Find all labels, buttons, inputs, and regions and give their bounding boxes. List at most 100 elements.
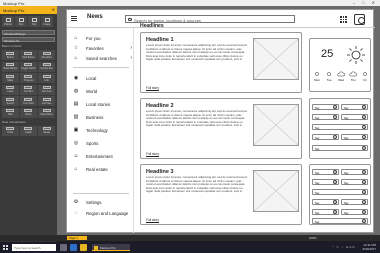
full-story-link[interactable]: Full story: [146, 86, 159, 90]
nav-item-favorites[interactable]: ☆ Favorites ›: [73, 44, 133, 53]
stencil-item[interactable]: Text Box: [20, 84, 37, 95]
tag-chip[interactable]: Tag ×: [341, 179, 368, 185]
smile-icon: ☺: [73, 153, 79, 159]
nav-item-local-stories[interactable]: ▤ Local stories: [73, 100, 133, 109]
tool-pointer[interactable]: Pointer: [2, 16, 14, 27]
tool-image[interactable]: Image: [41, 16, 53, 27]
close-icon: ×: [362, 146, 366, 151]
close-icon[interactable]: ✕: [52, 7, 55, 12]
stencil-item[interactable]: Label: [2, 84, 19, 95]
tag-chip[interactable]: Tag ×: [341, 209, 368, 215]
stencil-item[interactable]: Graph: [20, 125, 37, 136]
sun-icon: [327, 72, 331, 76]
stencil-item[interactable]: Radio Button: [2, 61, 19, 72]
tag-chip[interactable]: Tag ×: [312, 145, 368, 151]
nav-item-settings[interactable]: ⚙ Settings: [73, 198, 133, 207]
grid-view-icon[interactable]: [340, 16, 347, 23]
windows-start-icon[interactable]: [3, 245, 8, 250]
nav-item-local[interactable]: ◉ Local: [73, 74, 133, 83]
stencil-item[interactable]: Progress: [20, 73, 37, 83]
full-story-link[interactable]: Full story: [146, 152, 159, 156]
chip-icon: ▣: [73, 127, 79, 133]
window-controls[interactable]: – □ ✕: [353, 0, 378, 5]
stencil-item[interactable]: Text Area: [38, 84, 55, 95]
page-tab[interactable]: Page 1: [67, 236, 87, 240]
app-header: News Search for topics, locations & sour…: [67, 10, 375, 28]
file-explorer-icon[interactable]: [80, 244, 87, 251]
nav-item-world[interactable]: ◍ World: [73, 87, 133, 96]
stencil-item[interactable]: Tree View: [20, 96, 37, 106]
nav-item-real-estate[interactable]: ⌂ Real estate: [73, 165, 133, 174]
nav-item-for-you[interactable]: ⌂ For you: [73, 34, 133, 43]
stencil-item[interactable]: Date Picker: [38, 107, 55, 118]
tag-chip[interactable]: Tag ×: [312, 169, 339, 175]
news-card[interactable]: Headline 1 Lorem ipsum dolor sit amet, c…: [140, 32, 302, 93]
tag-chip[interactable]: Tag ×: [312, 104, 339, 110]
stencil-item[interactable]: Split Button: [20, 50, 37, 60]
tool-text[interactable]: Text: [28, 16, 40, 27]
taskbar-search[interactable]: Type here to search: [12, 244, 56, 251]
tag-chip[interactable]: Tag ×: [312, 114, 339, 120]
nav-item-sports[interactable]: ◎ Sports: [73, 139, 133, 148]
clock[interactable]: 12:11 PM 6/30/2017: [363, 243, 376, 251]
news-app-mockup: News Search for topics, locations & sour…: [66, 9, 375, 233]
stencil-item[interactable]: Search: [2, 96, 19, 106]
ball-icon: ◎: [73, 140, 79, 146]
home-icon: ⌂: [74, 35, 78, 41]
card-body: Lorem ipsum dolor sit amet, consectetur …: [146, 175, 248, 194]
tag-chip[interactable]: Tag ×: [341, 114, 368, 120]
avatar[interactable]: [354, 14, 365, 25]
tag-chip[interactable]: Tag ×: [312, 189, 368, 195]
stencil-item[interactable]: Checkbox: [38, 50, 55, 60]
sun-icon: [347, 46, 365, 64]
chevron-right-icon: ›: [130, 45, 132, 51]
task-view-icon[interactable]: [60, 244, 67, 251]
stencil-item[interactable]: Menu: [20, 107, 37, 118]
stencil-item[interactable]: Tabs: [2, 107, 19, 118]
tool-row: Pointer Pan Text Image: [0, 14, 57, 29]
image-placeholder: [253, 170, 299, 212]
stencil-selector-row: Windows 10: [0, 36, 57, 43]
chevron-right-icon: ›: [130, 55, 132, 61]
weather-widget[interactable]: 25 Mon Tue Wed Thu Fri: [309, 38, 371, 92]
hamburger-menu-icon[interactable]: [71, 16, 77, 21]
tag-chip[interactable]: Tag ×: [312, 199, 339, 205]
nav-item-entertainment[interactable]: ☺ Entertainment: [73, 152, 133, 161]
stencil-item[interactable]: Toggle Switch: [20, 61, 37, 72]
stencil-item[interactable]: Chart: [2, 125, 19, 136]
stencil-item[interactable]: Slider: [2, 73, 19, 83]
stencil-item[interactable]: Gauge: [38, 125, 55, 136]
stencil-item[interactable]: Link: [38, 73, 55, 83]
search-input[interactable]: Search for topics, locations & sources: [125, 15, 295, 23]
tag-chip[interactable]: Tag ×: [341, 199, 368, 205]
tool-pan[interactable]: Pan: [15, 16, 27, 27]
nav-item-saved-searches[interactable]: ⌂ Saved searches ›: [73, 54, 133, 63]
tag-chip[interactable]: Tag ×: [312, 209, 339, 215]
zoom-level[interactable]: 100%: [309, 236, 317, 240]
tag-chip[interactable]: Tag ×: [341, 134, 368, 140]
tag-chip[interactable]: Tag ×: [341, 169, 368, 175]
stencil-item[interactable]: Button: [2, 50, 19, 60]
news-card[interactable]: Headline 3 Lorem ipsum dolor sit amet, c…: [140, 164, 302, 225]
tag-chip[interactable]: Tag ×: [312, 124, 368, 130]
edge-browser-icon[interactable]: [70, 244, 77, 251]
nav-item-region-language[interactable]: ◌ Region and Language: [73, 209, 133, 218]
nav-item-business[interactable]: ▥ Business: [73, 113, 133, 122]
side-nav: ⌂ For you ☆ Favorites › ⌂ Saved searches › ◉ L…: [67, 28, 134, 233]
taskbar-app-mockup-pro[interactable]: Mockup Pro: [92, 244, 130, 251]
design-canvas[interactable]: News Search for topics, locations & sour…: [57, 6, 380, 235]
tag-chip[interactable]: Tag ×: [341, 104, 368, 110]
full-story-link[interactable]: Full story: [146, 218, 159, 222]
nav-item-technology[interactable]: ▣ Technology: [73, 126, 133, 135]
system-tray[interactable]: ^ ▭ ♪ ENG: [332, 245, 356, 249]
shape-select[interactable]: Windows/Dialogs: [2, 30, 55, 36]
stencil-select[interactable]: Windows 10: [2, 37, 55, 43]
stencil-item[interactable]: Combo Box: [38, 61, 55, 72]
tag-chip[interactable]: Tag ×: [312, 179, 339, 185]
stencil-item[interactable]: List View: [38, 96, 55, 106]
tag-chip[interactable]: Tag ×: [312, 218, 368, 224]
image-placeholder: [253, 104, 299, 146]
tag-chip[interactable]: Tag ×: [312, 134, 339, 140]
close-icon: ×: [333, 105, 337, 110]
news-card[interactable]: Headline 2 Lorem ipsum dolor sit amet, c…: [140, 98, 302, 159]
